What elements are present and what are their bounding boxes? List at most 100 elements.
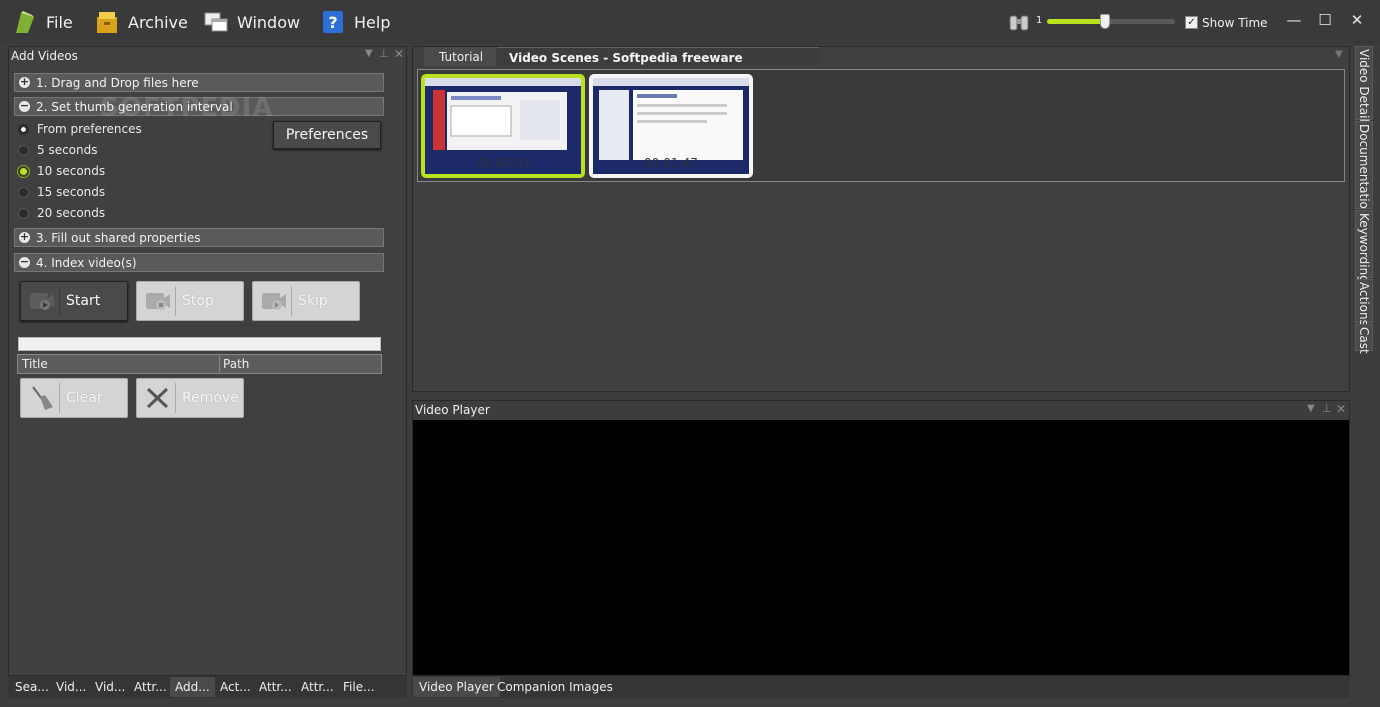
interval-label: 15 seconds bbox=[37, 185, 106, 199]
side-tab-label: Documentation bbox=[1357, 124, 1371, 217]
expand-icon: + bbox=[19, 230, 30, 243]
broom-icon bbox=[25, 383, 60, 413]
zoom-value: 1 bbox=[1036, 15, 1043, 26]
clear-button[interactable]: Clear bbox=[20, 378, 128, 418]
panel-menu-icon[interactable]: ▼ bbox=[365, 48, 373, 59]
interval-label: 10 seconds bbox=[37, 164, 106, 178]
close-button[interactable]: ✕ bbox=[1346, 10, 1368, 30]
add-videos-title: Add Videos bbox=[11, 49, 78, 63]
interval-from-preferences[interactable]: From preferences bbox=[18, 120, 142, 138]
panel-close-icon[interactable]: ✕ bbox=[1336, 402, 1346, 416]
zoom-slider-fill bbox=[1047, 19, 1105, 24]
help-icon: ? bbox=[323, 11, 343, 33]
step-index-videos[interactable]: − 4. Index video(s) bbox=[14, 253, 384, 272]
side-tab-actions[interactable]: Actions bbox=[1355, 279, 1373, 326]
remove-button[interactable]: Remove bbox=[136, 378, 244, 418]
interval-20-seconds[interactable]: 20 seconds bbox=[18, 204, 105, 222]
remove-label: Remove bbox=[182, 390, 239, 406]
binoculars-icon[interactable] bbox=[1008, 12, 1030, 32]
pin-icon[interactable]: ⊥ bbox=[379, 47, 389, 60]
maximize-button[interactable]: ☐ bbox=[1314, 10, 1336, 30]
tab-video-2[interactable]: Vid... bbox=[95, 677, 125, 697]
pin-icon[interactable]: ⊥ bbox=[1322, 402, 1332, 415]
tab-search[interactable]: Sea... bbox=[15, 677, 49, 697]
column-path[interactable]: Path bbox=[221, 356, 379, 372]
collapse-icon: − bbox=[19, 99, 30, 112]
menu-help[interactable]: ? Help bbox=[320, 6, 390, 38]
tab-video-scenes[interactable]: Video Scenes - Softpedia freeware downlo… bbox=[497, 47, 819, 85]
step-drag-drop-label: 1. Drag and Drop files here bbox=[36, 75, 199, 90]
interval-5-seconds[interactable]: 5 seconds bbox=[18, 141, 98, 159]
tab-attributes-3[interactable]: Attr... bbox=[301, 677, 334, 697]
menu-archive[interactable]: Archive bbox=[94, 6, 188, 38]
radio-icon bbox=[18, 144, 29, 156]
clear-label: Clear bbox=[66, 390, 103, 406]
panel-close-icon[interactable]: ✕ bbox=[394, 47, 404, 61]
zoom-slider[interactable] bbox=[1047, 14, 1175, 29]
menu-window[interactable]: Window bbox=[203, 6, 300, 38]
progress-bar bbox=[18, 337, 381, 351]
interval-15-seconds[interactable]: 15 seconds bbox=[18, 183, 105, 201]
stop-button[interactable]: Stop bbox=[136, 281, 244, 321]
side-tab-label: Keywording bbox=[1357, 213, 1371, 283]
stop-label: Stop bbox=[182, 293, 214, 309]
video-player-surface[interactable] bbox=[413, 420, 1349, 675]
panel-menu-icon[interactable]: ▼ bbox=[1307, 403, 1315, 414]
step-index-videos-label: 4. Index video(s) bbox=[36, 255, 137, 270]
tab-companion-images[interactable]: Companion Images bbox=[497, 677, 613, 697]
step-shared-properties[interactable]: + 3. Fill out shared properties bbox=[14, 228, 384, 247]
start-button[interactable]: Start bbox=[20, 281, 128, 321]
menu-help-label: Help bbox=[354, 12, 391, 32]
archive-icon bbox=[97, 12, 117, 33]
side-tab-video-details[interactable]: Video Details bbox=[1355, 46, 1373, 128]
side-tab-cast[interactable]: Cast bbox=[1355, 324, 1373, 354]
radio-icon bbox=[18, 207, 29, 219]
menu-archive-label: Archive bbox=[128, 12, 188, 32]
video-camera-icon bbox=[25, 286, 60, 316]
scene-time: 00:01:47 bbox=[644, 156, 698, 170]
show-time-checkbox[interactable]: ✓ bbox=[1185, 16, 1198, 29]
step-drag-drop[interactable]: + 1. Drag and Drop files here bbox=[14, 73, 384, 92]
tab-video-player[interactable]: Video Player bbox=[413, 677, 500, 697]
tab-attributes-2[interactable]: Attr... bbox=[259, 677, 292, 697]
video-stop-icon bbox=[141, 286, 176, 316]
show-time-label: Show Time bbox=[1202, 16, 1268, 30]
side-tab-keywording[interactable]: Keywording bbox=[1355, 210, 1373, 283]
tab-add-videos[interactable]: Add... bbox=[170, 677, 215, 697]
collapse-icon: − bbox=[19, 255, 30, 268]
menu-file-label: File bbox=[46, 12, 73, 32]
watermark: SOFTPEDIA bbox=[100, 93, 274, 123]
tab-attributes-1[interactable]: Attr... bbox=[134, 677, 167, 697]
interval-label: From preferences bbox=[37, 122, 142, 136]
scene-time: 00:00:53 bbox=[476, 156, 530, 170]
file-icon bbox=[16, 11, 34, 33]
zoom-slider-handle[interactable] bbox=[1099, 14, 1110, 29]
expand-icon: + bbox=[19, 75, 30, 88]
side-tab-label: Video Details bbox=[1357, 49, 1371, 129]
tab-video-1[interactable]: Vid... bbox=[56, 677, 86, 697]
doc-menu-icon[interactable]: ▼ bbox=[1335, 49, 1343, 60]
side-tab-label: Cast bbox=[1357, 327, 1371, 354]
start-label: Start bbox=[66, 293, 101, 309]
file-list-header: Title Path bbox=[17, 354, 382, 374]
skip-button[interactable]: Skip bbox=[252, 281, 360, 321]
interval-label: 20 seconds bbox=[37, 206, 106, 220]
column-title[interactable]: Title bbox=[19, 356, 220, 372]
remove-icon bbox=[141, 383, 176, 413]
minimize-button[interactable]: — bbox=[1283, 10, 1305, 30]
side-tab-label: Actions bbox=[1357, 282, 1371, 326]
tab-tutorial[interactable]: Tutorial bbox=[424, 47, 496, 67]
tab-files[interactable]: File... bbox=[343, 677, 375, 697]
video-player-title: Video Player bbox=[415, 403, 490, 417]
radio-icon bbox=[18, 186, 29, 198]
tab-actions[interactable]: Act... bbox=[220, 677, 251, 697]
menu-window-label: Window bbox=[237, 12, 301, 32]
scene-thumbnail[interactable]: 00:00:53 bbox=[421, 74, 585, 178]
svg-text:?: ? bbox=[328, 13, 337, 32]
interval-10-seconds[interactable]: 10 seconds bbox=[18, 162, 105, 180]
menu-file[interactable]: File bbox=[12, 6, 73, 38]
window-icon bbox=[204, 12, 228, 32]
preferences-button[interactable]: Preferences bbox=[273, 121, 381, 149]
side-tab-documentation[interactable]: Documentation bbox=[1355, 121, 1373, 217]
scene-thumbnail[interactable]: 00:01:47 bbox=[589, 74, 753, 178]
